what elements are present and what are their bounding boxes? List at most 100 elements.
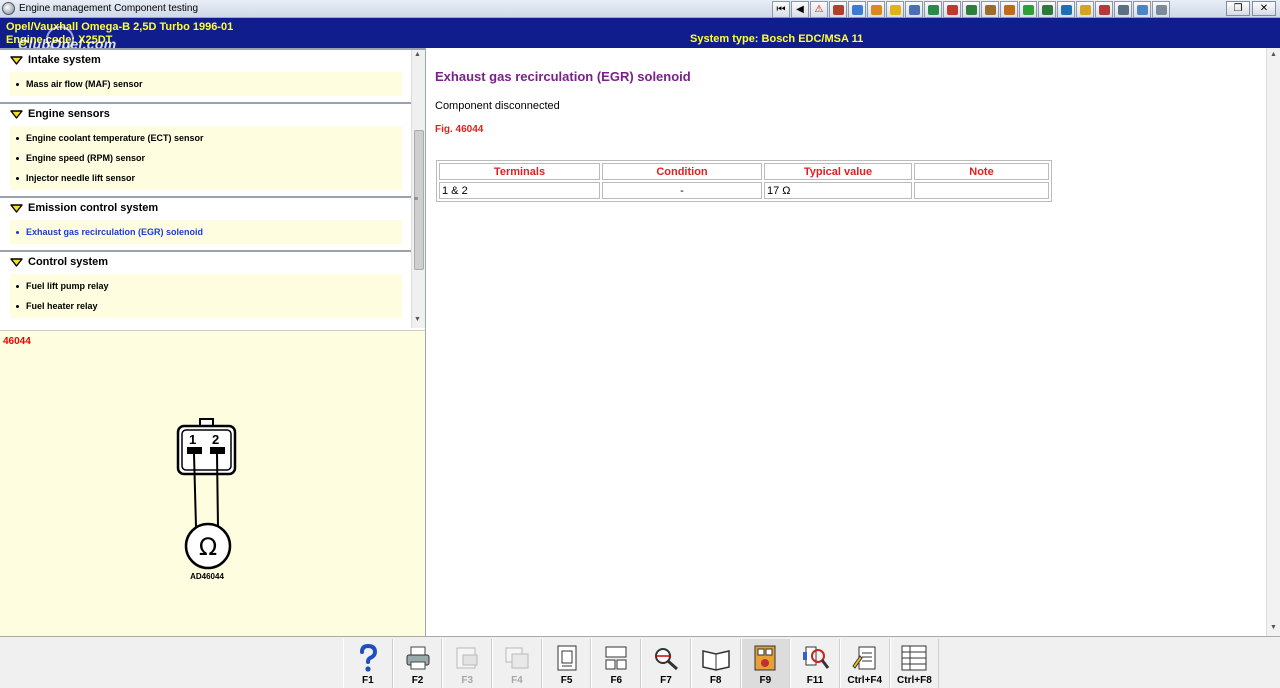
service-icon bbox=[946, 4, 958, 15]
toolbar-button[interactable]: ⏮ bbox=[772, 1, 790, 18]
toolbar-button[interactable] bbox=[1152, 1, 1170, 18]
pin-1 bbox=[187, 447, 202, 454]
table-row: 1 & 2 - 17 Ω bbox=[439, 182, 1049, 199]
close-button[interactable]: ✕ bbox=[1252, 1, 1276, 16]
toolbar-button[interactable] bbox=[1000, 1, 1018, 18]
chevron-down-icon bbox=[10, 203, 23, 213]
scroll-down-arrow[interactable]: ▼ bbox=[1270, 624, 1277, 631]
column-header: Condition bbox=[602, 163, 762, 180]
toolbar-button[interactable] bbox=[886, 1, 904, 18]
component-icon bbox=[750, 643, 780, 673]
function-key-label: F4 bbox=[511, 675, 523, 686]
wheel-icon bbox=[908, 4, 920, 15]
function-key-f7[interactable]: F7 bbox=[641, 639, 691, 688]
component-item[interactable]: Fuel heater relay bbox=[10, 296, 402, 316]
content-scrollbar[interactable]: ▲ ▼ bbox=[1266, 48, 1280, 636]
function-key-label: Ctrl+F8 bbox=[897, 675, 932, 686]
function-key-f9[interactable]: F9 bbox=[740, 639, 791, 688]
function-key-f2[interactable]: F2 bbox=[392, 639, 443, 688]
function-key-f5[interactable]: F5 bbox=[541, 639, 592, 688]
toolbar-button[interactable] bbox=[924, 1, 942, 18]
toolbar-button[interactable] bbox=[1057, 1, 1075, 18]
component-item[interactable]: Injector needle lift sensor bbox=[10, 168, 402, 188]
table-cell bbox=[914, 182, 1049, 199]
group-items: Exhaust gas recirculation (EGR) solenoid bbox=[10, 220, 402, 244]
toolbar-button[interactable]: ◀ bbox=[791, 1, 809, 18]
search-map-icon bbox=[800, 643, 830, 673]
component-group: Control system Fuel lift pump relay Fuel h… bbox=[0, 250, 425, 318]
lift-icon bbox=[965, 4, 977, 15]
probe-icon bbox=[651, 643, 681, 673]
system-type-label: System type: Bosch EDC/MSA 11 bbox=[690, 33, 864, 45]
function-key-ctrl-f8[interactable]: Ctrl+F8 bbox=[889, 639, 940, 688]
toolbar: ⏮ ◀ ⚠ bbox=[772, 1, 1170, 18]
group-header[interactable]: Control system bbox=[0, 250, 425, 272]
wire-2 bbox=[216, 453, 219, 528]
scroll-down-arrow[interactable]: ▼ bbox=[414, 316, 421, 323]
function-key-f8[interactable]: F8 bbox=[690, 639, 741, 688]
connector-housing bbox=[176, 424, 237, 476]
toolbar-button[interactable] bbox=[962, 1, 980, 18]
group-title: Emission control system bbox=[28, 202, 159, 214]
toolbar-button[interactable]: ⚠ bbox=[810, 1, 828, 18]
tune-icon bbox=[1003, 4, 1015, 15]
document-icon bbox=[552, 643, 582, 673]
group-header[interactable]: Emission control system bbox=[0, 196, 425, 218]
toolbar-button[interactable] bbox=[1133, 1, 1151, 18]
scroll-grip-icon: ≡ bbox=[414, 196, 419, 203]
function-key-f11[interactable]: F11 bbox=[790, 639, 840, 688]
group-header[interactable]: Engine sensors bbox=[0, 102, 425, 124]
wiring-icon bbox=[851, 4, 863, 15]
table-cell: - bbox=[602, 182, 762, 199]
component-item-label: Engine speed (RPM) sensor bbox=[26, 153, 146, 163]
function-key-label: F1 bbox=[362, 675, 374, 686]
toolbar-button[interactable] bbox=[1095, 1, 1113, 18]
camera-doc-icon bbox=[452, 643, 482, 673]
first-icon: ⏮ bbox=[776, 3, 786, 15]
scroll-up-arrow[interactable]: ▲ bbox=[1270, 51, 1277, 58]
component-item-label: Injector needle lift sensor bbox=[26, 173, 136, 183]
group-header[interactable]: Intake system bbox=[0, 48, 425, 70]
toolbar-button[interactable] bbox=[829, 1, 847, 18]
component-item[interactable]: Mass air flow (MAF) sensor bbox=[10, 74, 402, 94]
bullet-icon bbox=[16, 156, 19, 160]
component-item[interactable]: Engine coolant temperature (ECT) sensor bbox=[10, 128, 402, 148]
component-item[interactable]: Fuel lift pump relay bbox=[10, 276, 402, 296]
toolbar-button[interactable] bbox=[867, 1, 885, 18]
toolbar-button[interactable] bbox=[1019, 1, 1037, 18]
connector-icon bbox=[601, 643, 631, 673]
function-key-label: F5 bbox=[560, 675, 573, 686]
component-item[interactable]: Exhaust gas recirculation (EGR) solenoid bbox=[10, 222, 402, 242]
diagram-panel: 46044 1 2 Ω AD46044 bbox=[0, 330, 426, 636]
pin-label-2: 2 bbox=[212, 432, 219, 447]
toolbar-button[interactable] bbox=[981, 1, 999, 18]
toolbar-button[interactable] bbox=[1114, 1, 1132, 18]
component-item-label: Fuel lift pump relay bbox=[26, 281, 109, 291]
function-key-f6[interactable]: F6 bbox=[591, 639, 642, 688]
timing-icon bbox=[1060, 4, 1072, 15]
scroll-up-arrow[interactable]: ▲ bbox=[414, 51, 421, 58]
chevron-down-icon bbox=[10, 257, 23, 267]
vehicle-info-bar: Opel/Vauxhall Omega-B 2,5D Turbo 1996-01… bbox=[0, 18, 1280, 52]
toolbar-button[interactable] bbox=[905, 1, 923, 18]
function-key-f3: F3 bbox=[442, 639, 493, 688]
toolbar-button[interactable] bbox=[848, 1, 866, 18]
back-icon: ◀ bbox=[796, 3, 804, 15]
function-key-f1[interactable]: F1 bbox=[343, 639, 393, 688]
pin-2 bbox=[210, 447, 225, 454]
notes-icon bbox=[850, 643, 880, 673]
car-icon bbox=[984, 4, 996, 15]
component-item[interactable]: Engine speed (RPM) sensor bbox=[10, 148, 402, 168]
function-key-ctrl-f4[interactable]: Ctrl+F4 bbox=[839, 639, 890, 688]
figure-reference[interactable]: Fig. 46044 bbox=[435, 124, 483, 135]
toolbar-button[interactable] bbox=[1038, 1, 1056, 18]
bullet-icon bbox=[16, 284, 19, 288]
toolbar-button[interactable] bbox=[1076, 1, 1094, 18]
table-cell: 1 & 2 bbox=[439, 182, 600, 199]
toolbar-button[interactable] bbox=[943, 1, 961, 18]
component-list-scrollbar[interactable]: ▲ ≡ ▼ bbox=[411, 50, 425, 328]
restore-button[interactable]: ❐ bbox=[1226, 1, 1250, 16]
test-values-table: Terminals Condition Typical value Note 1… bbox=[436, 160, 1052, 202]
printer-icon bbox=[403, 643, 433, 673]
warning-icon: ⚠ bbox=[814, 3, 824, 15]
